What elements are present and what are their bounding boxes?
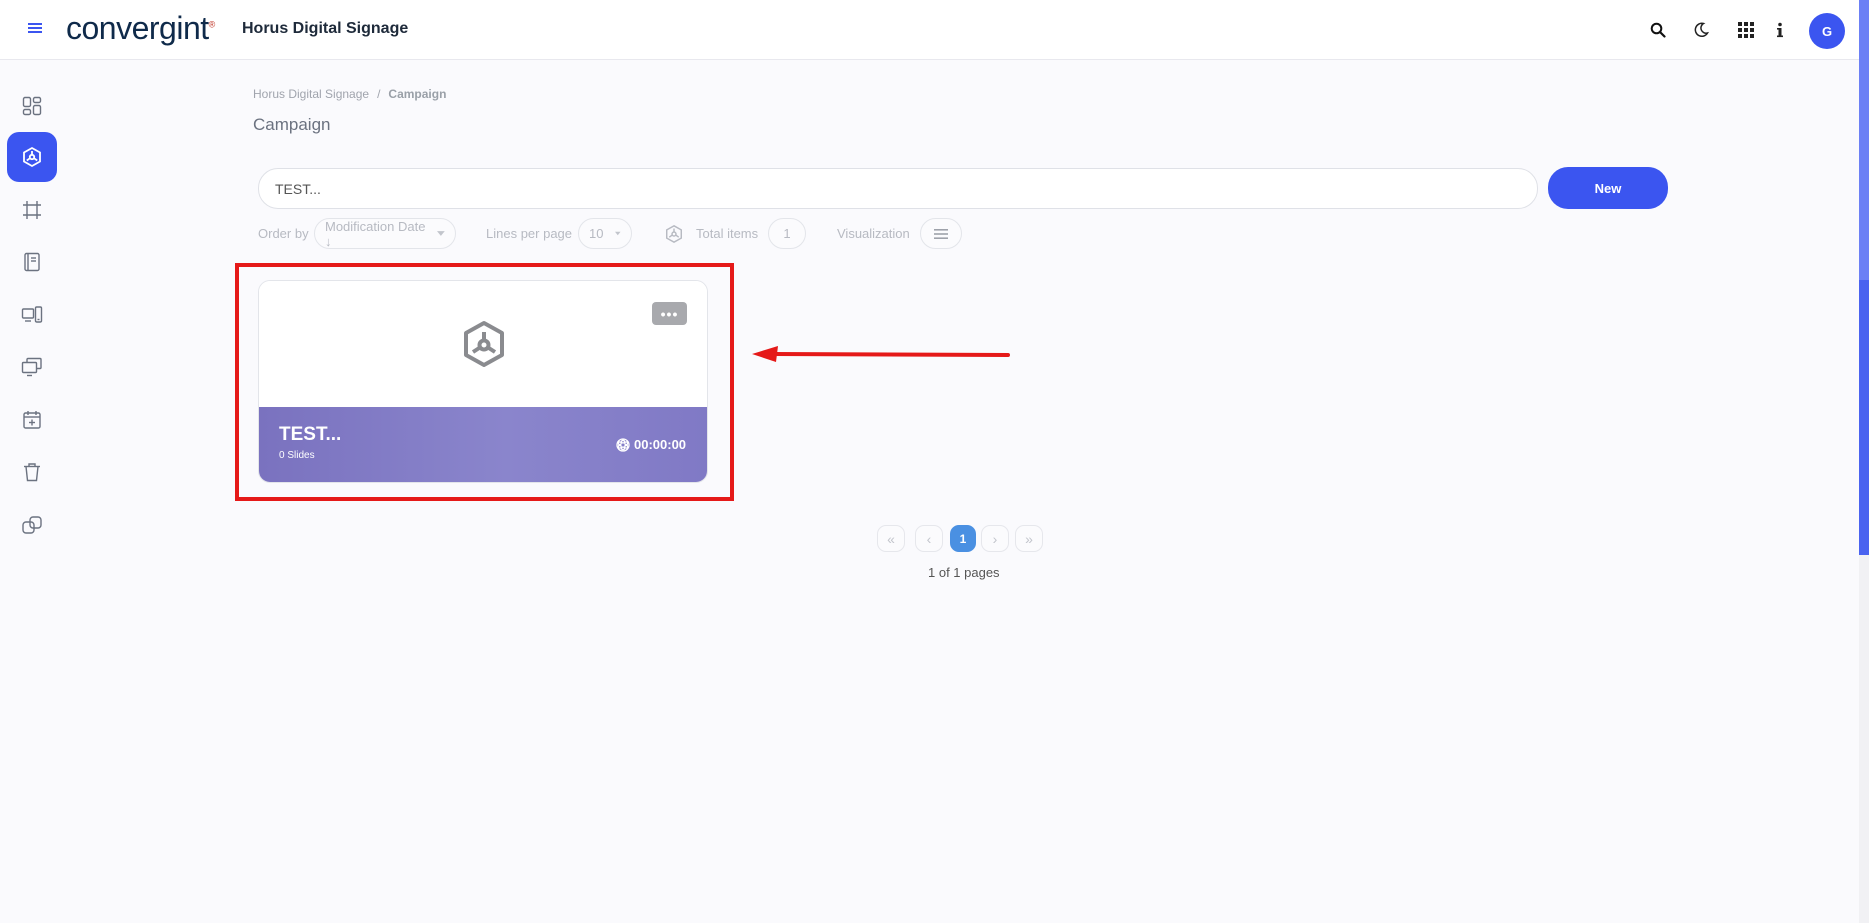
sidebar-item-calendar[interactable] (7, 395, 57, 445)
total-items-value: 1 (768, 218, 806, 249)
last-page-button[interactable]: » (1015, 525, 1043, 552)
campaign-name: TEST... (279, 424, 342, 445)
link-icon (22, 516, 42, 534)
new-button[interactable]: New (1548, 167, 1668, 209)
campaign-icon (666, 224, 682, 244)
sidebar-item-devices[interactable] (7, 290, 57, 340)
breadcrumb-root[interactable]: Horus Digital Signage (253, 87, 369, 101)
calendar-add-icon (23, 411, 41, 429)
campaign-slides-count: 0 Slides (279, 450, 315, 461)
scrollbar[interactable] (1859, 0, 1869, 923)
devices-icon (21, 306, 43, 323)
prev-page-button[interactable]: ‹ (915, 525, 943, 552)
breadcrumb-separator: / (377, 87, 381, 101)
page-1-button[interactable]: 1 (950, 525, 976, 552)
chevron-down-icon (437, 231, 445, 236)
chevron-down-icon (615, 231, 621, 236)
arrow-annotation (752, 346, 1010, 362)
sidebar-item-campaign[interactable] (7, 132, 57, 182)
lines-per-page-value: 10 (589, 226, 604, 241)
lines-per-page-label: Lines per page (486, 226, 573, 241)
frame-icon (23, 201, 41, 219)
card-preview: ••• (259, 281, 707, 407)
convergint-logo: convergint® (66, 10, 215, 46)
breadcrumb: Horus Digital Signage / Campaign (253, 87, 446, 101)
card-more-button[interactable]: ••• (652, 302, 687, 325)
scrollbar-track-top (1859, 0, 1869, 280)
campaign-duration-value: 00:00:00 (634, 437, 687, 452)
hamburger-icon[interactable] (24, 18, 46, 40)
order-by-value: Modification Date ↓ (325, 218, 426, 249)
list-icon (934, 228, 948, 239)
film-reel-icon (616, 437, 630, 452)
campaign-duration: 00:00:00 (616, 437, 686, 452)
top-bar: convergint® Horus Digital Signage G (0, 0, 1859, 60)
avatar[interactable]: G (1809, 13, 1845, 49)
total-items-label: Total items (696, 226, 759, 241)
sidebar-item-frame[interactable] (7, 185, 57, 235)
info-icon[interactable] (1768, 18, 1792, 42)
grid-icon[interactable] (1734, 18, 1758, 42)
scrollbar-thumb[interactable] (1859, 280, 1869, 555)
visualization-label: Visualization (837, 226, 910, 241)
visualization-toggle[interactable] (920, 218, 962, 249)
search-input[interactable] (258, 168, 1538, 209)
moon-icon[interactable] (1689, 18, 1713, 42)
trash-icon (24, 463, 40, 482)
next-page-button[interactable]: › (981, 525, 1009, 552)
sidebar-item-screens[interactable] (7, 342, 57, 392)
sidebar (0, 61, 66, 923)
order-by-label: Order by (258, 226, 309, 241)
campaign-card[interactable]: ••• TEST... 0 Slides 00:00:00 (258, 280, 708, 483)
filter-bar: Order by Modification Date ↓ Lines per p… (258, 218, 1058, 250)
campaign-icon (464, 321, 504, 367)
sidebar-item-trash[interactable] (7, 447, 57, 497)
breadcrumb-current: Campaign (388, 87, 447, 101)
app-title: Horus Digital Signage (242, 20, 409, 37)
dashboard-icon (22, 96, 42, 116)
page-title: Campaign (253, 115, 331, 134)
search-icon[interactable] (1646, 18, 1670, 42)
book-icon (24, 252, 40, 272)
sidebar-item-book[interactable] (7, 237, 57, 287)
screens-icon (21, 357, 42, 377)
lines-per-page-select[interactable]: 10 (578, 218, 632, 249)
card-footer: TEST... 0 Slides 00:00:00 (259, 407, 707, 482)
page-info: 1 of 1 pages (928, 565, 1000, 580)
sidebar-item-dashboard[interactable] (7, 81, 57, 131)
campaign-icon (23, 146, 41, 168)
sidebar-item-link[interactable] (7, 500, 57, 550)
first-page-button[interactable]: « (877, 525, 905, 552)
order-by-select[interactable]: Modification Date ↓ (314, 218, 456, 249)
